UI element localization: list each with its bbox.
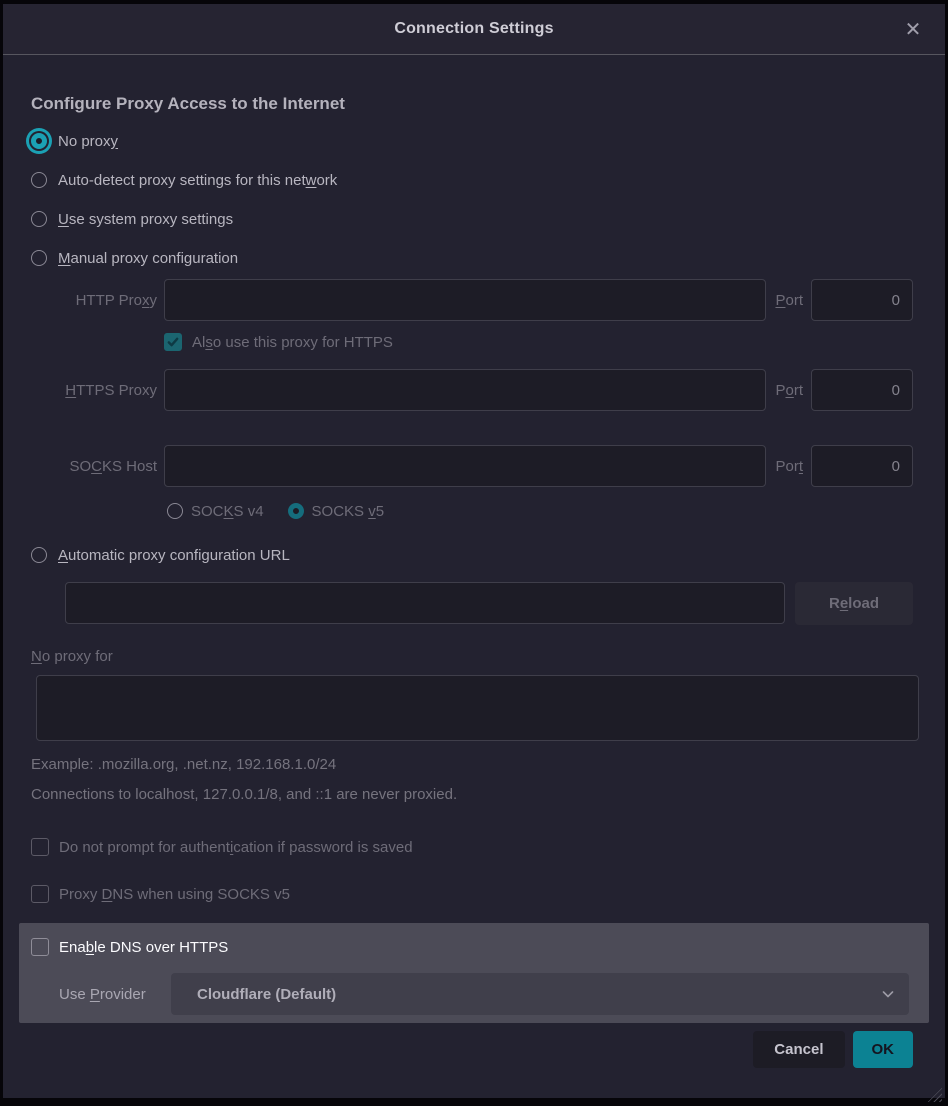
cancel-button[interactable]: Cancel <box>753 1031 844 1068</box>
connection-settings-window: Connection Settings ✕ Configure Proxy Ac… <box>0 0 948 1106</box>
proxy-dns-row[interactable]: Proxy DNS when using SOCKS v5 <box>31 883 917 905</box>
auto-url-row: Reload <box>65 582 913 625</box>
proxy-dns-label: Proxy DNS when using SOCKS v5 <box>59 886 290 903</box>
socks-v4-label: SOCKS v4 <box>191 503 264 520</box>
chevron-down-icon <box>881 987 895 1001</box>
radio-manual-proxy[interactable]: Manual proxy configuration <box>31 246 917 270</box>
no-proxy-for-label: No proxy for <box>31 648 917 665</box>
radio-auto-url-label: Automatic proxy configuration URL <box>58 547 290 564</box>
no-proxy-for-textarea[interactable] <box>36 675 919 741</box>
use-provider-label: Use Provider <box>59 986 171 1003</box>
radio-no-proxy[interactable]: No proxy <box>31 129 917 153</box>
socks-version-row: SOCKS v4 SOCKS v5 <box>167 500 945 522</box>
close-icon[interactable]: ✕ <box>899 15 927 43</box>
radio-system-proxy-label: Use system proxy settings <box>58 211 233 228</box>
enable-doh-row[interactable]: Enable DNS over HTTPS <box>31 936 909 958</box>
radio-auto-detect-label: Auto-detect proxy settings for this netw… <box>58 172 337 189</box>
auto-url-input[interactable] <box>65 582 785 624</box>
https-proxy-label: HTTPS Proxy <box>31 382 164 399</box>
check-icon <box>167 336 179 348</box>
no-proxy-example-text: Example: .mozilla.org, .net.nz, 192.168.… <box>31 756 917 773</box>
checkbox-icon[interactable] <box>31 938 49 956</box>
no-prompt-auth-label: Do not prompt for authentication if pass… <box>59 839 413 856</box>
https-proxy-input[interactable] <box>164 369 766 411</box>
radio-auto-detect[interactable]: Auto-detect proxy settings for this netw… <box>31 168 917 192</box>
radio-icon[interactable] <box>31 547 47 563</box>
socks-v5-label: SOCKS v5 <box>312 503 385 520</box>
https-port-label: Port <box>766 382 811 399</box>
doh-section: Enable DNS over HTTPS Use Provider Cloud… <box>19 923 929 1023</box>
radio-socks-v5-icon[interactable] <box>288 503 304 519</box>
localhost-note-text: Connections to localhost, 127.0.0.1/8, a… <box>31 786 917 803</box>
http-proxy-input[interactable] <box>164 279 766 321</box>
socks-host-label: SOCKS Host <box>31 458 164 475</box>
http-proxy-row: HTTP Proxy Port <box>31 279 913 321</box>
provider-row: Use Provider Cloudflare (Default) <box>59 973 909 1015</box>
connection-settings-dialog: Connection Settings ✕ Configure Proxy Ac… <box>3 4 945 1098</box>
enable-doh-label: Enable DNS over HTTPS <box>59 939 228 956</box>
radio-manual-proxy-label: Manual proxy configuration <box>58 250 238 267</box>
radio-system-proxy[interactable]: Use system proxy settings <box>31 207 917 231</box>
radio-auto-url[interactable]: Automatic proxy configuration URL <box>31 543 917 567</box>
checkbox-icon[interactable] <box>31 838 49 856</box>
dialog-footer: Cancel OK <box>3 1031 913 1068</box>
radio-icon[interactable] <box>31 172 47 188</box>
socks-port-input[interactable] <box>811 445 913 487</box>
also-https-row[interactable]: Also use this proxy for HTTPS <box>164 331 913 353</box>
dialog-titlebar: Connection Settings ✕ <box>3 4 945 55</box>
section-heading: Configure Proxy Access to the Internet <box>31 94 917 114</box>
provider-dropdown[interactable]: Cloudflare (Default) <box>171 973 909 1015</box>
http-port-input[interactable] <box>811 279 913 321</box>
socks-port-label: Port <box>766 458 811 475</box>
checkbox-icon[interactable] <box>31 885 49 903</box>
https-proxy-row: HTTPS Proxy Port <box>31 369 913 411</box>
radio-socks-v4-icon[interactable] <box>167 503 183 519</box>
also-https-label: Also use this proxy for HTTPS <box>192 334 393 351</box>
dialog-title: Connection Settings <box>394 20 553 38</box>
ok-button[interactable]: OK <box>853 1031 914 1068</box>
checkbox-checked-icon[interactable] <box>164 333 182 351</box>
radio-icon[interactable] <box>31 211 47 227</box>
socks-host-input[interactable] <box>164 445 766 487</box>
radio-icon[interactable] <box>31 250 47 266</box>
no-prompt-auth-row[interactable]: Do not prompt for authentication if pass… <box>31 836 917 858</box>
provider-dropdown-value: Cloudflare (Default) <box>197 986 881 1003</box>
https-port-input[interactable] <box>811 369 913 411</box>
dialog-content: Configure Proxy Access to the Internet N… <box>3 55 945 1098</box>
radio-selected-icon[interactable] <box>31 133 47 149</box>
http-proxy-label: HTTP Proxy <box>31 292 164 309</box>
radio-no-proxy-label: No proxy <box>58 133 118 150</box>
http-port-label: Port <box>766 292 811 309</box>
socks-host-row: SOCKS Host Port <box>31 445 913 487</box>
reload-button[interactable]: Reload <box>795 582 913 625</box>
